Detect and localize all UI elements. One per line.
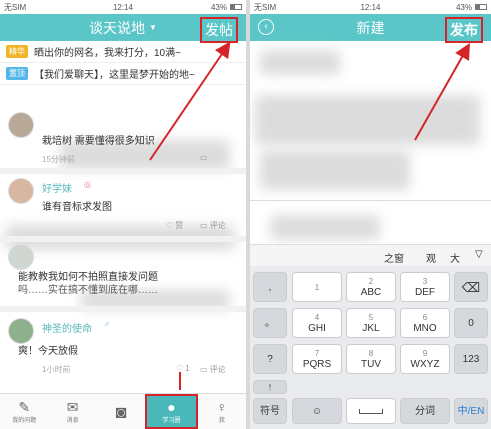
space-icon bbox=[359, 408, 383, 414]
comment-icon: ▭ bbox=[200, 365, 208, 374]
pinned-item-top[interactable]: 置顶 【我们爱聊天】，这里是梦开始的地~ bbox=[0, 63, 246, 85]
bottom-tab-bar: ✎ 我的问题 ✉ 消息 ◙ ● 学习圈 ♀ 我 bbox=[0, 393, 246, 429]
person-icon: ♀ bbox=[216, 399, 228, 415]
space-key[interactable] bbox=[346, 398, 396, 424]
status-bar: 无SIM 12:14 43% bbox=[0, 0, 246, 14]
tab-study-circle[interactable]: ● 学习圈 bbox=[145, 394, 198, 429]
like-button[interactable]: ♡ 1 bbox=[176, 364, 190, 373]
keyboard: , 。 ? ! 1 2 ABC 3 DEF 4 GHI 5 JKL 6 MNO bbox=[250, 266, 491, 429]
chevron-down-icon[interactable]: ▼ bbox=[149, 23, 157, 32]
key-1[interactable]: 1 bbox=[292, 272, 342, 302]
key-4[interactable]: 4 GHI bbox=[292, 308, 342, 338]
comment-button[interactable]: ▭ 评论 bbox=[200, 364, 226, 375]
gender-icon: ♂ bbox=[104, 320, 110, 329]
key-5[interactable]: 5 JKL bbox=[346, 308, 396, 338]
key-7[interactable]: 7 PQRS bbox=[292, 344, 342, 374]
pinned-text: 晒出你的网名，我来打分，10满~ bbox=[34, 48, 181, 59]
key-comma[interactable]: , bbox=[253, 272, 287, 302]
candidate-word[interactable]: 观 bbox=[426, 250, 436, 265]
post-time: 1小时前 bbox=[42, 365, 71, 374]
emoji-icon[interactable]: ☺ bbox=[292, 398, 342, 424]
status-time: 12:14 bbox=[360, 2, 381, 12]
list-item[interactable]: 栽培树 需要懂得很多知识 15分钟前 ▭ bbox=[0, 108, 246, 168]
avatar bbox=[8, 318, 34, 344]
avatar bbox=[8, 178, 34, 204]
like-button[interactable]: ♡ 赞 bbox=[166, 220, 183, 231]
battery-icon bbox=[230, 4, 242, 10]
comment-button[interactable]: ▭ 评论 bbox=[200, 220, 226, 231]
chevron-down-icon[interactable]: ▽ bbox=[475, 249, 483, 260]
comment-icon[interactable]: ▭ bbox=[200, 153, 208, 162]
key-question[interactable]: ? bbox=[253, 344, 287, 374]
blurred-region bbox=[260, 150, 410, 190]
thumb-up-icon: ♡ bbox=[166, 221, 174, 230]
post-text-continued: 吗……实在搞不懂到底在哪…… bbox=[18, 285, 158, 296]
camera-icon: ◙ bbox=[115, 401, 127, 422]
post-button[interactable]: 发帖 bbox=[200, 17, 238, 43]
blurred-region bbox=[270, 215, 380, 240]
key-language-toggle[interactable]: 中/EN bbox=[454, 398, 488, 424]
people-icon: ● bbox=[167, 399, 176, 415]
blurred-region bbox=[255, 95, 480, 145]
key-symbols[interactable]: 符号 bbox=[253, 398, 287, 424]
battery-icon bbox=[475, 4, 487, 10]
tab-messages[interactable]: ✉ 消息 bbox=[48, 394, 96, 429]
publish-button[interactable]: 发布 bbox=[445, 17, 483, 43]
post-time: 15分钟前 bbox=[42, 155, 75, 164]
tab-me[interactable]: ♀ 我 bbox=[198, 394, 246, 429]
key-2[interactable]: 2 ABC bbox=[346, 272, 396, 302]
username: 神圣的使命 bbox=[42, 324, 92, 335]
blurred-region bbox=[260, 50, 340, 75]
key-9[interactable]: 9 WXYZ bbox=[400, 344, 450, 374]
top-tag: 置顶 bbox=[6, 67, 28, 80]
key-period[interactable]: 。 bbox=[253, 308, 287, 338]
comment-icon: ▭ bbox=[200, 221, 208, 230]
tab-camera[interactable]: ◙ bbox=[97, 394, 145, 429]
username: 好学妹 bbox=[42, 184, 72, 195]
key-segment[interactable]: 分词 bbox=[400, 398, 450, 424]
key-123[interactable]: 123 bbox=[454, 344, 488, 374]
backspace-key[interactable]: ⌫ bbox=[454, 272, 488, 302]
gender-icon: ◎ bbox=[84, 180, 91, 189]
back-icon[interactable]: ‹ bbox=[258, 19, 274, 35]
key-3[interactable]: 3 DEF bbox=[400, 272, 450, 302]
key-exclamation[interactable]: ! bbox=[253, 380, 287, 394]
key-0[interactable]: 0 bbox=[454, 308, 488, 338]
post-text: 栽培树 需要懂得很多知识 bbox=[42, 136, 155, 147]
candidate-word[interactable]: 之窗 bbox=[384, 250, 404, 265]
avatar bbox=[8, 244, 34, 270]
list-item[interactable]: 好学妹 ◎ 谁有音标求发图 ♡ 赞 ▭ 评论 bbox=[0, 174, 246, 234]
list-item[interactable]: 能教教我如何不拍照直接发问题 吗……实在搞不懂到底在哪…… bbox=[0, 242, 246, 304]
status-time: 12:14 bbox=[112, 2, 134, 12]
header-bar: 谈天说地 ▼ 发帖 bbox=[0, 14, 246, 43]
header-bar: ‹ 新建 发布 bbox=[250, 14, 491, 43]
pinned-item-featured[interactable]: 精华 晒出你的网名，我来打分，10满~ bbox=[0, 41, 246, 63]
divider bbox=[250, 200, 491, 201]
envelope-icon: ✉ bbox=[66, 399, 79, 415]
list-item[interactable]: 神圣的使命 ♂ 爽！今天放假 1小时前 ♡ 1 ▭ 评论 bbox=[0, 312, 246, 378]
key-6[interactable]: 6 MNO bbox=[400, 308, 450, 338]
tab-my-questions[interactable]: ✎ 我的问题 bbox=[0, 394, 48, 429]
candidate-word[interactable]: 大 bbox=[450, 250, 460, 265]
right-phone-screen: 无SIM 12:14 43% ‹ 新建 发布 之窗 观 大 ▽ , 。 ? ! … bbox=[250, 0, 491, 429]
page-title: 新建 bbox=[356, 19, 385, 36]
page-title: 谈天说地 bbox=[89, 19, 146, 36]
candidate-bar: 之窗 观 大 ▽ bbox=[250, 244, 491, 266]
status-bar: 无SIM 12:14 43% bbox=[250, 0, 491, 14]
featured-tag: 精华 bbox=[6, 45, 28, 58]
post-text: 爽！今天放假 bbox=[18, 346, 78, 357]
left-phone-screen: 无SIM 12:14 43% 谈天说地 ▼ 发帖 精华 晒出你的网名，我来打分，… bbox=[0, 0, 246, 429]
key-8[interactable]: 8 TUV bbox=[346, 344, 396, 374]
pencil-icon: ✎ bbox=[18, 399, 31, 415]
post-text: 谁有音标求发图 bbox=[42, 202, 112, 213]
avatar bbox=[8, 112, 34, 138]
thumb-up-icon: ♡ bbox=[176, 364, 184, 373]
pinned-text: 【我们爱聊天】，这里是梦开始的地~ bbox=[34, 70, 195, 81]
